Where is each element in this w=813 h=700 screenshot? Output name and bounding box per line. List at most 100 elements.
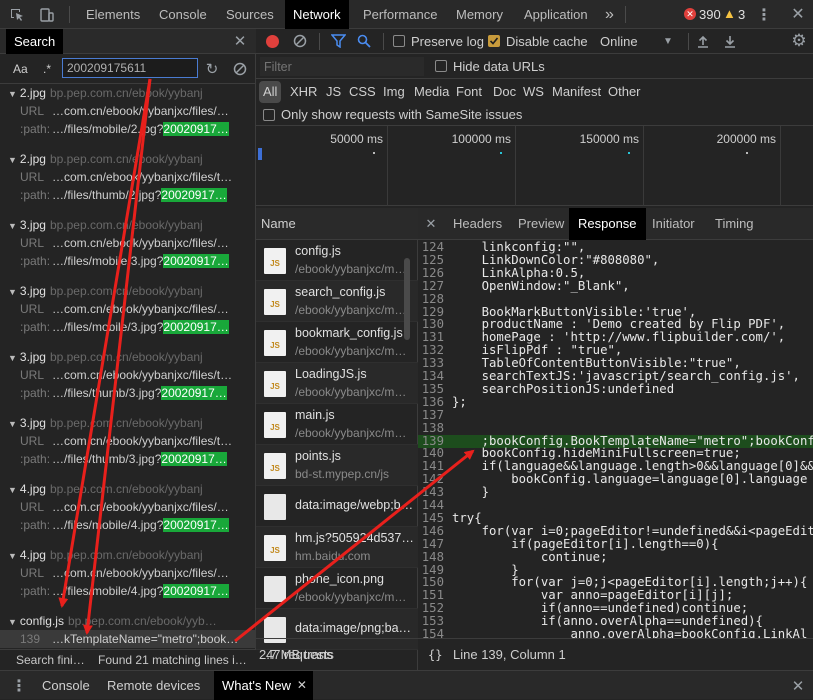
request-row[interactable]: data:image/webp;b…	[256, 486, 418, 527]
export-har-icon[interactable]	[722, 33, 738, 49]
request-row[interactable]: JS hm.js?505924d537… hm.baidu.com	[256, 527, 418, 568]
device-toolbar-icon[interactable]	[38, 6, 56, 24]
tab-headers[interactable]: Headers	[444, 208, 511, 240]
filter-icon[interactable]	[330, 33, 346, 49]
type-filter-css[interactable]: CSS	[349, 81, 376, 103]
search-match-line[interactable]: URL …com.cn/ebook/yybanjxc/files/t…	[0, 168, 256, 186]
chevron-down-icon[interactable]: ▼	[661, 33, 675, 49]
tab-sources[interactable]: Sources	[218, 0, 282, 29]
expand-arrow-icon[interactable]: ▼	[8, 89, 17, 99]
disable-cache-checkbox[interactable]	[488, 35, 500, 47]
expand-arrow-icon[interactable]: ▼	[8, 617, 17, 627]
network-overview-timeline[interactable]: 50000 ms 100000 ms 150000 ms 200000 ms	[256, 126, 813, 206]
regex-button[interactable]: .*	[43, 54, 51, 84]
type-filter-doc[interactable]: Doc	[493, 81, 516, 103]
search-match-line[interactable]: :path: …/files/mobile/4.jpg?20020917…	[0, 582, 256, 600]
close-tab-icon[interactable]: ✕	[297, 671, 307, 700]
request-list-scrollbar[interactable]	[404, 258, 410, 340]
request-row[interactable]: JS points.js bd-st.mypep.cn/js	[256, 445, 418, 486]
search-match-line[interactable]: URL …com.cn/ebook/yybanjxc/files/…	[0, 498, 256, 516]
search-match-line[interactable]: URL …com.cn/ebook/yybanjxc/files/…	[0, 564, 256, 582]
tab-application[interactable]: Application	[516, 0, 596, 29]
inspect-element-icon[interactable]	[8, 6, 26, 24]
drawer-tab-whats-new[interactable]: What's New ✕	[214, 671, 313, 700]
close-detail-icon[interactable]: ✕	[424, 216, 438, 232]
request-row[interactable]: JS LoadingJS.js/ebook/yybanjxc/m…	[256, 363, 418, 404]
search-match-line[interactable]: URL …com.cn/ebook/yybanjxc/files/t…	[0, 432, 256, 450]
search-match-line[interactable]: :path: …/files/mobile/4.jpg?20020917…	[0, 516, 256, 534]
name-column-header[interactable]: Name	[256, 208, 418, 240]
search-match-line[interactable]: :path: …/files/mobile/2.jpg?20020917…	[0, 120, 256, 138]
search-result-file[interactable]: ▼ 3.jpg bp.pep.com.cn/ebook/yybanj	[0, 282, 256, 300]
expand-arrow-icon[interactable]: ▼	[8, 485, 17, 495]
type-filter-other[interactable]: Other	[608, 81, 641, 103]
tab-timing[interactable]: Timing	[706, 208, 763, 240]
type-filter-img[interactable]: Img	[383, 81, 405, 103]
response-source[interactable]: 124 linkconfig:"", 125 LinkDownColor:"#80…	[418, 240, 813, 638]
expand-arrow-icon[interactable]: ▼	[8, 353, 17, 363]
drawer-menu-icon[interactable]: ⋮	[11, 677, 27, 695]
clear-log-icon[interactable]	[292, 33, 308, 49]
search-icon[interactable]	[356, 33, 372, 49]
request-row[interactable]: JS main.js/ebook/yybanjxc/m…	[256, 404, 418, 445]
match-case-button[interactable]: Aa	[13, 54, 28, 84]
type-filter-all[interactable]: All	[259, 81, 282, 103]
expand-arrow-icon[interactable]: ▼	[8, 287, 17, 297]
error-icon[interactable]: ✕	[684, 8, 696, 20]
filter-input[interactable]	[260, 57, 424, 76]
expand-arrow-icon[interactable]: ▼	[8, 155, 17, 165]
expand-arrow-icon[interactable]: ▼	[8, 551, 17, 561]
tab-memory[interactable]: Memory	[448, 0, 511, 29]
samesite-checkbox[interactable]	[263, 109, 275, 121]
search-result-file[interactable]: ▼ 3.jpg bp.pep.com.cn/ebook/yybanj	[0, 216, 256, 234]
tab-console[interactable]: Console	[151, 0, 215, 29]
search-result-file[interactable]: ▼ 4.jpg bp.pep.com.cn/ebook/yybanj	[0, 546, 256, 564]
request-row[interactable]: JS bookmark_config.js/ebook/yybanjxc/m…	[256, 322, 418, 363]
drawer-tab-remote-devices[interactable]: Remote devices	[99, 671, 208, 700]
network-settings-gear-icon[interactable]: ⚙	[790, 31, 808, 50]
search-result-file[interactable]: ▼ 3.jpg bp.pep.com.cn/ebook/yybanj	[0, 414, 256, 432]
search-input[interactable]	[62, 58, 198, 78]
type-filter-ws[interactable]: WS	[523, 81, 544, 103]
close-search-icon[interactable]: ✕	[231, 32, 249, 50]
search-match-line[interactable]: 139 …kTemplateName="metro";book…	[0, 630, 256, 648]
tab-initiator[interactable]: Initiator	[643, 208, 704, 240]
pretty-print-button[interactable]: {}	[428, 639, 442, 671]
request-row[interactable]: JS config.js/ebook/yybanjxc/m…	[256, 240, 418, 281]
refresh-icon[interactable]: ↻	[203, 60, 221, 78]
throttling-select[interactable]: Online	[600, 29, 638, 54]
search-match-line[interactable]: :path: …/files/mobile/3.jpg?20020917…	[0, 318, 256, 336]
search-match-line[interactable]: URL …com.cn/ebook/yybanjxc/files/…	[0, 234, 256, 252]
import-har-icon[interactable]	[695, 33, 711, 49]
more-tabs-button[interactable]: »	[597, 0, 622, 29]
request-row[interactable]: JS search_config.js/ebook/yybanjxc/m…	[256, 281, 418, 322]
type-filter-xhr[interactable]: XHR	[290, 81, 317, 103]
close-devtools-icon[interactable]: ✕	[789, 5, 807, 23]
hide-data-urls-checkbox[interactable]	[435, 60, 447, 72]
search-tab[interactable]: Search	[6, 29, 64, 54]
warning-icon[interactable]: ▲	[723, 6, 736, 22]
search-match-line[interactable]: :path: …/files/thumb/3.jpg?20020917…	[0, 450, 256, 468]
more-options-icon[interactable]: ⋮	[756, 5, 772, 25]
tab-network[interactable]: Network	[285, 0, 349, 29]
search-result-file[interactable]: ▼ 4.jpg bp.pep.com.cn/ebook/yybanj	[0, 480, 256, 498]
request-row[interactable]: phone_icon.png/ebook/yybanjxc/m…	[256, 568, 418, 609]
search-result-file[interactable]: ▼ 2.jpg bp.pep.com.cn/ebook/yybanj	[0, 150, 256, 168]
close-drawer-icon[interactable]: ✕	[789, 677, 807, 695]
search-match-line[interactable]: URL …com.cn/ebook/yybanjxc/files/…	[0, 102, 256, 120]
search-result-file[interactable]: ▼ config.js bp.pep.com.cn/ebook/yyb…	[0, 612, 256, 630]
expand-arrow-icon[interactable]: ▼	[8, 221, 17, 231]
expand-arrow-icon[interactable]: ▼	[8, 419, 17, 429]
tab-elements[interactable]: Elements	[78, 0, 148, 29]
type-filter-font[interactable]: Font	[456, 81, 482, 103]
search-result-file[interactable]: ▼ 2.jpg bp.pep.com.cn/ebook/yybanj	[0, 84, 256, 102]
search-match-line[interactable]: :path: …/files/thumb/3.jpg?20020917…	[0, 384, 256, 402]
record-icon[interactable]	[266, 35, 279, 48]
preserve-log-checkbox[interactable]	[393, 35, 405, 47]
error-count[interactable]: 390	[699, 0, 721, 29]
drawer-tab-console[interactable]: Console	[34, 671, 98, 700]
search-match-line[interactable]: URL …com.cn/ebook/yybanjxc/files/…	[0, 300, 256, 318]
type-filter-manifest[interactable]: Manifest	[552, 81, 601, 103]
tab-response[interactable]: Response	[569, 208, 646, 240]
warning-count[interactable]: 3	[738, 0, 745, 29]
